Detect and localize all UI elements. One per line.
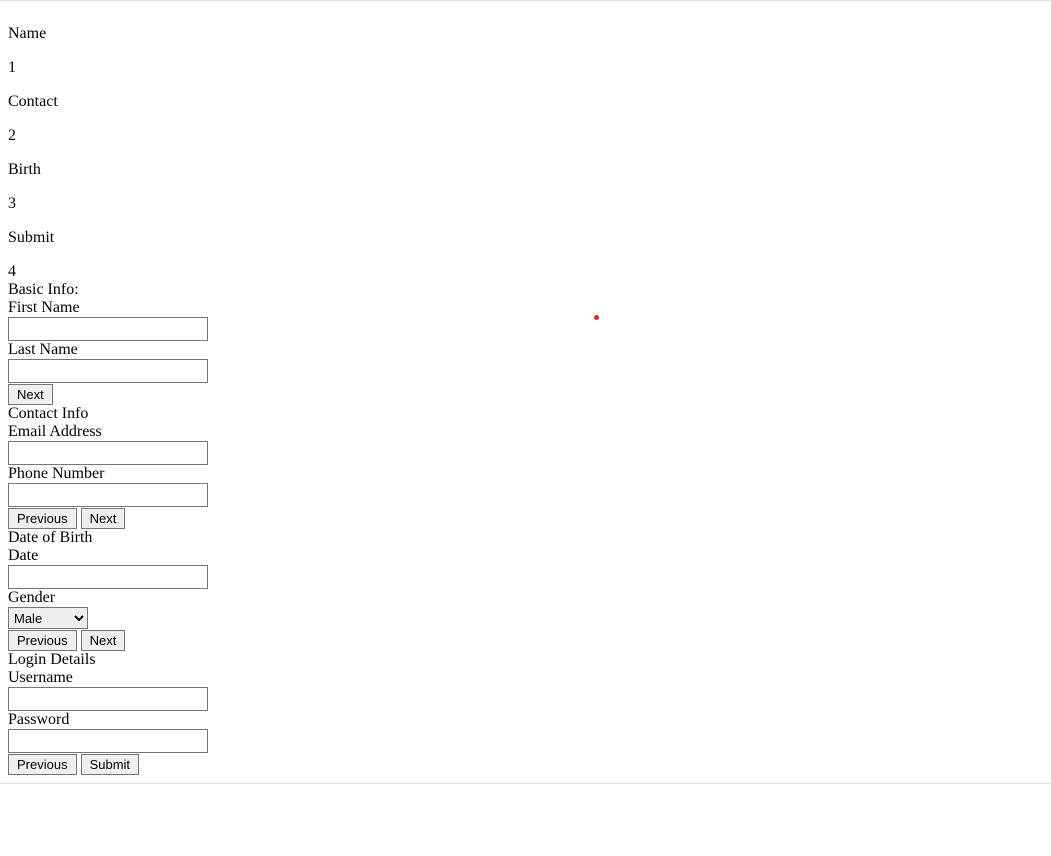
next-button-contact[interactable]: Next (81, 508, 126, 529)
first-name-label: First Name (8, 299, 1043, 317)
gender-select[interactable]: Male (8, 607, 88, 629)
section-birth-title: Date of Birth (8, 529, 1043, 547)
step-title-contact: Contact (8, 93, 1043, 111)
username-input[interactable] (8, 687, 208, 711)
gender-label: Gender (8, 589, 1043, 607)
previous-button-birth[interactable]: Previous (8, 630, 77, 651)
step-number-3: 3 (8, 195, 1043, 213)
previous-button-contact[interactable]: Previous (8, 508, 77, 529)
step-number-2: 2 (8, 127, 1043, 145)
last-name-label: Last Name (8, 341, 1043, 359)
first-name-input[interactable] (8, 317, 208, 341)
section-contact-title: Contact Info (8, 405, 1043, 423)
cursor-dot-icon (594, 315, 599, 320)
submit-button[interactable]: Submit (81, 754, 139, 775)
section-basic-title: Basic Info: (8, 281, 1043, 299)
date-label: Date (8, 547, 1043, 565)
email-label: Email Address (8, 423, 1043, 441)
step-number-1: 1 (8, 59, 1043, 77)
previous-button-login[interactable]: Previous (8, 754, 77, 775)
next-button-birth[interactable]: Next (81, 630, 126, 651)
password-input[interactable] (8, 729, 208, 753)
phone-input[interactable] (8, 483, 208, 507)
date-input[interactable] (8, 565, 208, 589)
step-title-submit: Submit (8, 229, 1043, 247)
step-number-4: 4 (8, 263, 1043, 281)
email-input[interactable] (8, 441, 208, 465)
step-title-name: Name (8, 25, 1043, 43)
last-name-input[interactable] (8, 359, 208, 383)
next-button-basic[interactable]: Next (8, 384, 53, 405)
phone-label: Phone Number (8, 465, 1043, 483)
section-login-title: Login Details (8, 651, 1043, 669)
username-label: Username (8, 669, 1043, 687)
step-title-birth: Birth (8, 161, 1043, 179)
password-label: Password (8, 711, 1043, 729)
